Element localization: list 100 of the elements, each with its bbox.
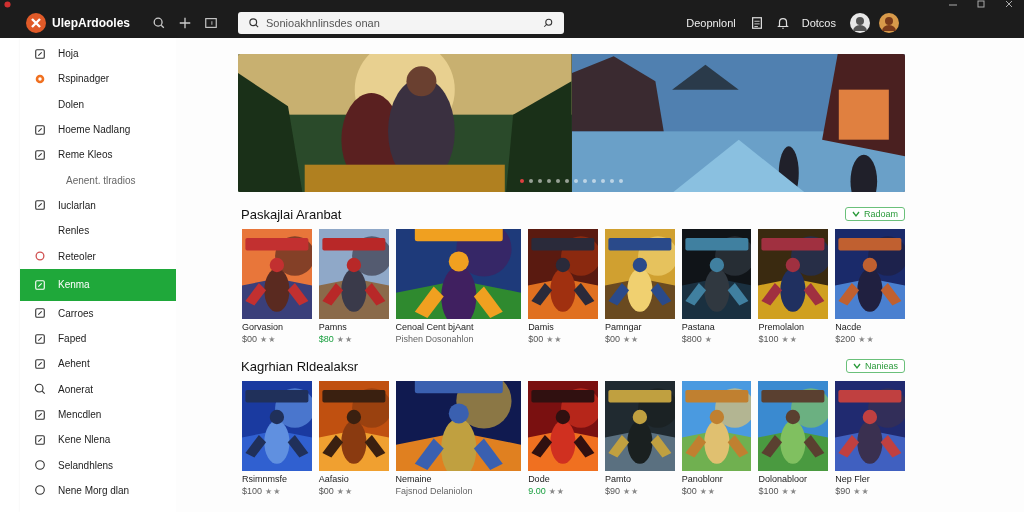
square-icon [34,332,46,345]
sidebar-item[interactable]: Reme Kleos [20,142,176,168]
sidebar-item[interactable]: Aenent. tlradios [20,167,176,193]
search-icon [248,17,260,29]
plus-icon[interactable] [178,16,192,30]
logo-icon[interactable] [26,13,46,33]
game-subtitle: Pishen Dosonahlon [395,334,475,344]
carousel-dot[interactable] [610,179,614,183]
game-title[interactable]: Nacde [835,322,905,332]
sidebar-item[interactable]: Hoja [20,41,176,67]
game-title[interactable]: Pastana [681,322,752,332]
rating: ★★ [260,334,277,344]
banner[interactable] [238,54,905,192]
carousel-dot[interactable] [583,179,587,183]
header-link[interactable]: Dotcos [801,17,836,29]
circle-icon [34,459,46,472]
rating: ★★ [336,334,354,344]
maximize-icon[interactable] [976,0,986,8]
rating: ★★ [548,486,565,496]
game-title[interactable]: Cenoal Cent bjAant [395,322,522,332]
see-all-button[interactable]: Radoam [844,207,905,221]
sidebar-item[interactable]: Reteoler [20,243,176,269]
carousel-dot[interactable] [574,179,578,183]
sidebar-item[interactable]: Renles [20,218,176,244]
sidebar-item[interactable]: Iuclarlan [20,192,176,219]
rating: ★★ [546,334,563,344]
carousel-dot[interactable] [520,179,524,183]
game-title[interactable]: Dode [528,474,598,484]
game-price: $00 [681,486,697,496]
sidebar-item[interactable]: Faped [20,325,176,352]
carousel-dot[interactable] [538,179,542,183]
game-price: $100 [758,486,779,496]
square-icon [34,148,46,161]
game-price: $90 [835,486,851,496]
game-title[interactable]: Panoblonr [681,474,752,484]
sidebar-item[interactable]: Aonerat [20,376,176,402]
square-icon [34,307,46,320]
document-icon[interactable] [749,16,764,30]
carousel-dot[interactable] [619,179,623,183]
app-icon [4,0,11,8]
carousel-dot[interactable] [547,179,551,183]
rating: ★★ [622,486,640,496]
sidebar-item[interactable]: Selandhlens [20,452,176,478]
carousel-dot[interactable] [556,179,560,183]
square-icon [34,433,46,446]
carousel-dot[interactable] [601,179,605,183]
square-icon [34,123,46,136]
see-all-button[interactable]: Nanieas [845,359,905,373]
search-field[interactable]: Sonioakhnlinsdes onan [238,12,564,34]
game-title[interactable]: Pamto [604,474,675,484]
rating: ★★ [699,486,717,496]
search-icon[interactable] [152,16,166,30]
window-icon[interactable] [204,16,218,30]
rating: ★★ [853,486,870,496]
circle-icon [34,484,46,497]
sidebar-item[interactable]: Mencdlen [20,401,176,428]
sidebar-item[interactable]: Nene Morg dlan [20,477,176,504]
game-title[interactable]: Premolalon [758,322,829,332]
sidebar-item[interactable]: Kene Nlena [20,427,176,453]
game-price: $00 [604,334,620,344]
carousel-dot[interactable] [565,179,569,183]
search-icon [34,383,46,396]
close-icon[interactable] [1004,0,1014,8]
game-title[interactable]: Rsimnmsfe [242,474,312,484]
game-title[interactable]: Damis [528,322,598,332]
avatar[interactable] [850,13,870,33]
sidebar-item[interactable]: Aehent [20,351,176,377]
carousel-dot[interactable] [529,179,533,183]
game-title[interactable]: Aafasio [318,474,389,484]
rating: ★★ [781,486,798,496]
sidebar-item[interactable]: Carroes [20,300,176,326]
square-icon [34,357,46,370]
rating: ★★ [265,486,282,496]
game-subtitle: Fajsnod Delaniolon [395,486,474,496]
rating: ★★ [336,486,354,496]
game-price: 9.00 [528,486,546,496]
header-link[interactable]: Deopnlonl [686,17,736,29]
game-price: $100 [758,334,779,344]
game-price: $90 [604,486,620,496]
app-name: UlepArdooles [52,16,131,30]
sidebar-item[interactable]: Hoeme Nadlang [20,116,176,143]
game-title[interactable]: Dolonabloor [758,474,829,484]
bell-icon[interactable] [775,16,790,30]
avatar[interactable] [879,13,899,33]
game-price: $800 [681,334,702,344]
game-title[interactable]: Nep Fler [835,474,905,484]
square-icon [34,47,46,60]
game-title[interactable]: Nemaine [395,474,522,484]
search-icon[interactable] [542,17,554,29]
carousel-dot[interactable] [592,179,596,183]
square-icon [34,278,46,291]
game-title[interactable]: Gorvasion [242,322,312,332]
rating: ★★ [781,334,798,344]
sidebar-item[interactable]: Rspinadger [20,66,176,92]
game-price: $100 [242,486,263,496]
game-title[interactable]: Pamns [318,322,389,332]
game-price: $00 [242,334,258,344]
game-price: $00 [318,486,334,496]
sidebar-item[interactable]: Dolen [20,91,176,117]
game-title[interactable]: Pamngar [604,322,675,332]
